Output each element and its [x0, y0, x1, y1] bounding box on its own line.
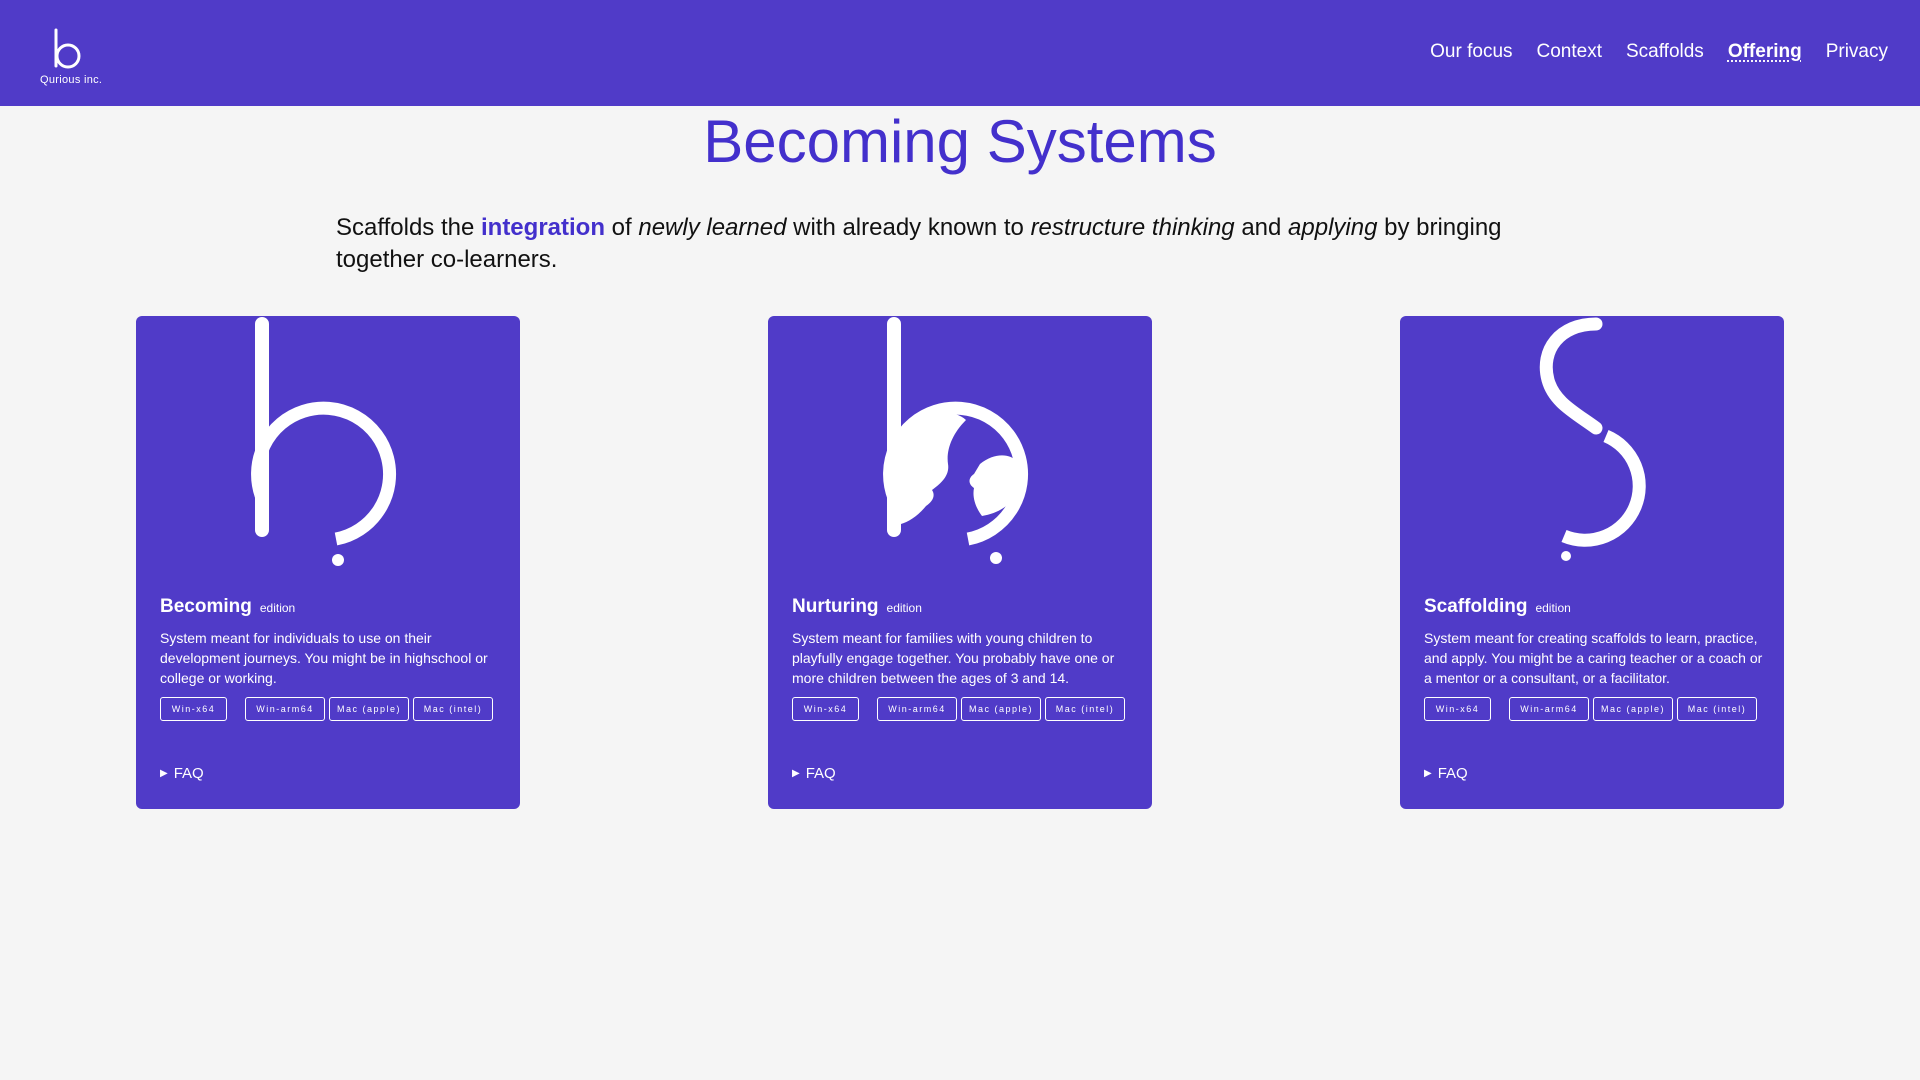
triangle-right-icon: ▶	[1424, 768, 1432, 779]
faq-toggle[interactable]: ▶ FAQ	[1424, 765, 1468, 782]
triangle-right-icon: ▶	[160, 768, 168, 779]
faq-label: FAQ	[173, 765, 204, 782]
download-mac-apple-button[interactable]: Mac (apple)	[329, 697, 409, 721]
intro-emphasis: applying	[1288, 214, 1378, 241]
download-mac-intel-button[interactable]: Mac (intel)	[1677, 697, 1757, 721]
faq-toggle[interactable]: ▶ FAQ	[792, 765, 836, 782]
download-win-x64-button[interactable]: Win-x64	[160, 697, 227, 721]
faq-label: FAQ	[805, 765, 836, 782]
nurturing-logo-icon	[883, 317, 1028, 564]
card-edition: edition	[886, 601, 922, 615]
download-win-arm64-button[interactable]: Win-arm64	[877, 697, 957, 721]
download-buttons: Win-x64 Win-arm64 Mac (apple) Mac (intel…	[1424, 697, 1757, 721]
intro-emphasis: restructure thinking	[1030, 214, 1235, 241]
card-description: System meant for creating scaffolds to l…	[1424, 630, 1763, 686]
intro-part: Scaffolds the	[336, 214, 481, 241]
card-scaffolding: Scaffolding edition System meant for cre…	[1400, 316, 1784, 809]
nav-privacy[interactable]: Privacy	[1826, 41, 1888, 63]
card-edition: edition	[259, 601, 296, 615]
nav-scaffolds[interactable]: Scaffolds	[1626, 41, 1704, 63]
triangle-right-icon: ▶	[792, 768, 800, 779]
intro-highlight: integration	[480, 214, 605, 241]
logo[interactable]: Qurious inc.	[38, 28, 104, 88]
download-win-x64-button[interactable]: Win-x64	[1424, 697, 1491, 721]
card-description: System meant for individuals to use on t…	[160, 630, 488, 686]
card-description: System meant for families with young chi…	[792, 630, 1115, 686]
download-win-arm64-button[interactable]: Win-arm64	[1509, 697, 1589, 721]
download-win-x64-button[interactable]: Win-x64	[792, 697, 859, 721]
card-name: Becoming	[160, 596, 252, 617]
intro-emphasis: newly learned	[638, 214, 787, 241]
intro-part: with already known to	[786, 214, 1031, 241]
card-title: Scaffolding edition	[1424, 596, 1571, 618]
card-becoming: Becoming edition System meant for indivi…	[136, 316, 520, 809]
logo-text: Qurious inc.	[40, 74, 103, 86]
page-title: Becoming Systems	[703, 108, 1217, 175]
faq-toggle[interactable]: ▶ FAQ	[160, 765, 204, 782]
download-mac-intel-button[interactable]: Mac (intel)	[413, 697, 493, 721]
intro-part: and	[1234, 214, 1289, 241]
main-nav: Our focus Context Scaffolds Offering Pri…	[1430, 41, 1888, 63]
card-edition: edition	[1535, 601, 1571, 615]
download-mac-intel-button[interactable]: Mac (intel)	[1045, 697, 1125, 721]
becoming-logo-icon	[251, 317, 396, 566]
card-title: Becoming edition	[160, 596, 295, 618]
download-buttons: Win-x64 Win-arm64 Mac (apple) Mac (intel…	[792, 697, 1125, 721]
nav-offering[interactable]: Offering	[1728, 41, 1802, 63]
scaffolding-logo-icon	[1539, 317, 1646, 561]
faq-label: FAQ	[1437, 765, 1468, 782]
site-header: Qurious inc. Our focus Context Scaffolds…	[0, 0, 1920, 106]
logo-b-icon	[54, 28, 81, 69]
nav-our-focus[interactable]: Our focus	[1430, 41, 1512, 63]
card-name: Nurturing	[792, 596, 879, 617]
download-mac-apple-button[interactable]: Mac (apple)	[1593, 697, 1673, 721]
card-nurturing: Nurturing edition System meant for famil…	[768, 316, 1152, 809]
nav-context[interactable]: Context	[1537, 41, 1602, 63]
download-buttons: Win-x64 Win-arm64 Mac (apple) Mac (intel…	[160, 697, 493, 721]
download-win-arm64-button[interactable]: Win-arm64	[245, 697, 325, 721]
intro-part: of	[604, 214, 639, 241]
card-name: Scaffolding	[1424, 596, 1528, 617]
intro-text: Scaffolds the integration of newly learn…	[336, 212, 1586, 276]
card-title: Nurturing edition	[792, 596, 922, 618]
download-mac-apple-button[interactable]: Mac (apple)	[961, 697, 1041, 721]
